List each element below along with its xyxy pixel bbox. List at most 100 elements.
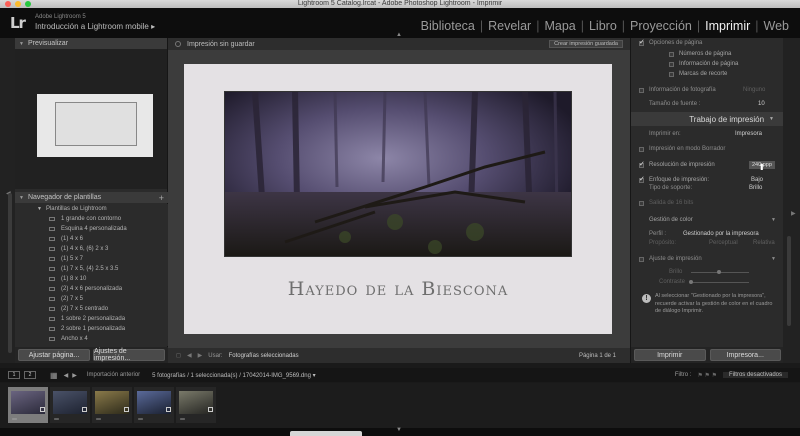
module-proyección[interactable]: Proyección — [625, 19, 697, 33]
next-page-icon[interactable]: ▶ — [198, 352, 203, 359]
page-info-row[interactable]: Información de página — [631, 59, 783, 69]
print-adjust-row[interactable]: Ajuste de impresión ▼ — [631, 254, 783, 264]
module-revelar[interactable]: Revelar — [483, 19, 536, 33]
template-folder[interactable]: ▼ Plantillas de Lightroom — [15, 204, 168, 214]
stop-icon[interactable]: ◻ — [176, 352, 181, 359]
template-item[interactable]: (1) 5 x 7 — [15, 254, 168, 264]
module-imprimir[interactable]: Imprimir — [700, 19, 755, 33]
left-scrollbar[interactable] — [8, 193, 12, 353]
printer-button[interactable]: Impresora... — [709, 349, 781, 361]
sharpen-checkbox[interactable] — [639, 175, 645, 183]
template-label: 1 sobre 2 personalizada — [61, 316, 126, 322]
filmstrip-selection-info[interactable]: 5 fotografías / 1 seleccionada(s) / 1704… — [152, 372, 315, 379]
template-item[interactable]: (1) 4 x 6 — [15, 234, 168, 244]
page-info-label: Información de página — [679, 61, 739, 67]
rating-dots-icon[interactable]: ••••• — [96, 416, 101, 421]
filmstrip-thumbnail[interactable]: ••••• — [92, 387, 132, 423]
color-management-title: Gestión de color — [649, 217, 693, 223]
photo-info-row[interactable]: Información de fotografía Ninguno — [631, 85, 783, 95]
sixteen-bit-row[interactable]: Salida de 16 bits — [631, 198, 783, 208]
print-canvas-area: Impresión sin guardar Crear impresión gu… — [168, 38, 630, 363]
template-item[interactable]: Esquina 4 personalizada — [15, 224, 168, 234]
create-saved-print-button[interactable]: Crear impresión guardada — [549, 40, 623, 48]
profile-select[interactable]: Gestionado por la impresora — [683, 231, 759, 237]
template-item[interactable]: (1) 7 x 5, (4) 2.5 x 3.5 — [15, 264, 168, 274]
page-setup-button[interactable]: Ajustar página... — [18, 349, 90, 361]
right-panel-toggle-icon[interactable]: ▶ — [791, 210, 796, 217]
crop-marks-row[interactable]: Marcas de recorte — [631, 69, 783, 79]
right-scrollbar[interactable] — [787, 236, 791, 326]
preview-panel-header[interactable]: ▼ Previsualizar — [15, 38, 167, 49]
font-size-select[interactable]: 10 — [758, 101, 765, 107]
template-item[interactable]: 1 sobre 2 personalizada — [15, 314, 168, 324]
filter-flags-icon[interactable]: ⚑ ⚑ ⚑ — [697, 372, 716, 379]
print-photo[interactable] — [224, 91, 572, 257]
module-libro[interactable]: Libro — [584, 19, 622, 33]
photo-info-checkbox[interactable] — [639, 87, 644, 93]
template-item[interactable]: 2 sobre 1 personalizada — [15, 324, 168, 334]
template-item[interactable]: (1) 8 x 10 — [15, 274, 168, 284]
intent-relative-option[interactable]: Relativa — [753, 240, 775, 246]
media-type-select[interactable]: Brillo — [749, 185, 762, 191]
template-item[interactable]: (1) 4 x 6, (6) 2 x 3 — [15, 244, 168, 254]
page-options-row[interactable]: Opciones de página — [631, 38, 783, 48]
profile-label: Perfil : — [649, 231, 667, 237]
collapse-triangle-icon[interactable]: ▼ — [771, 217, 776, 223]
filmstrip-thumbnail[interactable]: ••••• — [50, 387, 90, 423]
print-button[interactable]: Imprimir — [634, 349, 706, 361]
contrast-slider-track[interactable] — [691, 282, 749, 283]
previous-import-link[interactable]: Importación anterior — [87, 372, 140, 378]
print-adjust-checkbox[interactable] — [639, 256, 644, 262]
lightroom-mobile-link[interactable]: Introducción a Lightroom mobile ▸ — [35, 22, 155, 31]
template-item[interactable]: Ancho x 4 — [15, 334, 168, 344]
filmstrip-thumbnail[interactable]: ••••• — [134, 387, 174, 423]
page-numbers-row[interactable]: Números de página — [631, 49, 783, 59]
print-to-select[interactable]: Impresora — [735, 131, 762, 137]
page-numbers-checkbox[interactable] — [669, 51, 674, 57]
add-template-icon[interactable]: + — [159, 193, 164, 203]
print-job-title: Trabajo de impresión — [689, 114, 765, 124]
back-arrow-icon[interactable]: ◀ — [64, 372, 69, 379]
grid-view-icon[interactable]: ▦ — [50, 371, 58, 380]
page-options-checkbox[interactable] — [639, 38, 645, 46]
filmstrip-thumbnail[interactable]: ••••• — [176, 387, 216, 423]
draft-mode-row[interactable]: Impresión en modo Borrador — [631, 144, 783, 154]
contrast-slider-thumb[interactable] — [689, 280, 693, 284]
template-label: (1) 8 x 10 — [61, 276, 87, 282]
print-job-header[interactable]: Trabajo de impresión ▼ — [631, 112, 783, 126]
template-item[interactable]: (2) 4 x 6 personalizada — [15, 284, 168, 294]
sixteen-bit-checkbox[interactable] — [639, 200, 644, 206]
rating-dots-icon[interactable]: ••••• — [54, 416, 59, 421]
brightness-slider-thumb[interactable] — [717, 270, 721, 274]
filter-select[interactable]: Filtros desactivados — [722, 372, 788, 378]
template-item[interactable]: (2) 7 x 5 — [15, 294, 168, 304]
template-item[interactable]: 1 grande con contorno — [15, 214, 168, 224]
module-web[interactable]: Web — [759, 19, 794, 33]
page-info-checkbox[interactable] — [669, 61, 674, 67]
previous-page-icon[interactable]: ◀ — [187, 352, 192, 359]
use-selector[interactable]: Fotografías seleccionadas — [229, 353, 299, 359]
resolution-checkbox[interactable] — [639, 160, 645, 168]
forward-arrow-icon[interactable]: ▶ — [72, 372, 77, 379]
draft-mode-checkbox[interactable] — [639, 146, 644, 152]
template-item[interactable]: (2) 7 x 5 centrado — [15, 304, 168, 314]
window-titlebar: Lightroom 5 Catalog.lrcat - Adobe Photos… — [0, 0, 800, 8]
collapse-triangle-icon[interactable]: ▼ — [771, 256, 776, 262]
template-browser-header[interactable]: ▼ Navegador de plantillas + — [15, 192, 168, 203]
rating-dots-icon[interactable]: ••••• — [12, 416, 17, 421]
primary-window-button[interactable]: 1 — [8, 371, 20, 379]
secondary-window-button[interactable]: 2 — [24, 371, 36, 379]
photo-info-select[interactable]: Ninguno — [743, 87, 765, 93]
module-biblioteca[interactable]: Biblioteca — [416, 19, 480, 33]
intent-perceptual-option[interactable]: Perceptual — [709, 240, 738, 246]
photo-caption-text[interactable]: Hayedo de la Biescona — [184, 278, 612, 300]
collapse-filmstrip-arrow-icon[interactable]: ▼ — [396, 427, 402, 433]
rating-dots-icon[interactable]: ••••• — [180, 416, 185, 421]
print-settings-button[interactable]: Ajustes de impresión... — [93, 348, 165, 362]
template-icon — [49, 297, 55, 301]
rating-dots-icon[interactable]: ••••• — [138, 416, 143, 421]
filmstrip-thumbnail[interactable]: ••••• — [8, 387, 48, 423]
module-mapa[interactable]: Mapa — [539, 19, 580, 33]
crop-marks-checkbox[interactable] — [669, 71, 674, 77]
draft-mode-label: Impresión en modo Borrador — [649, 146, 726, 152]
